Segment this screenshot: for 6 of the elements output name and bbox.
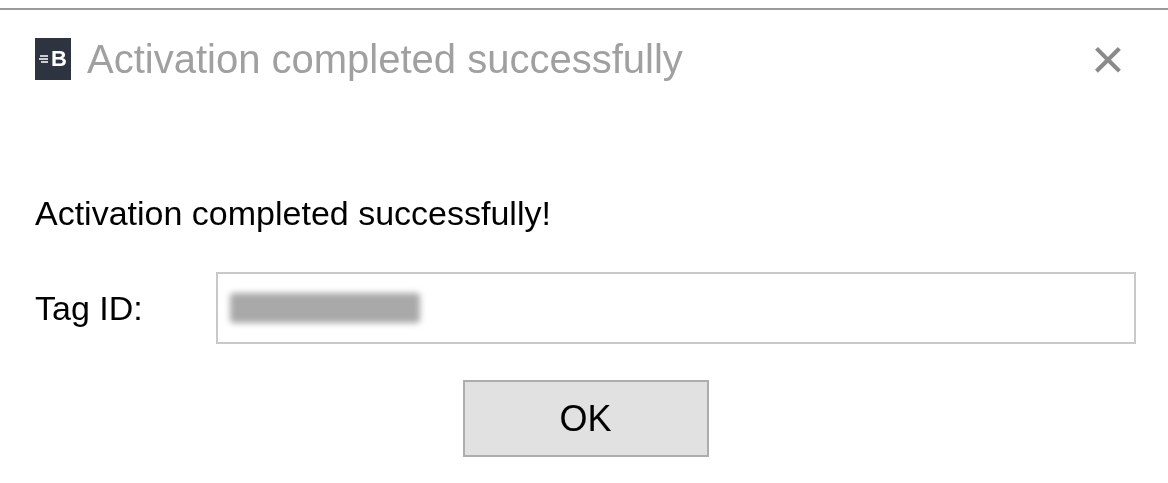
window-title: Activation completed successfully <box>87 39 683 79</box>
ok-button[interactable]: OK <box>462 380 709 457</box>
message-text: Activation completed successfully! <box>34 196 552 230</box>
field-label: Tag ID: <box>35 291 144 325</box>
tag-id-field[interactable] <box>216 272 1136 344</box>
app-icon: B <box>35 38 71 80</box>
